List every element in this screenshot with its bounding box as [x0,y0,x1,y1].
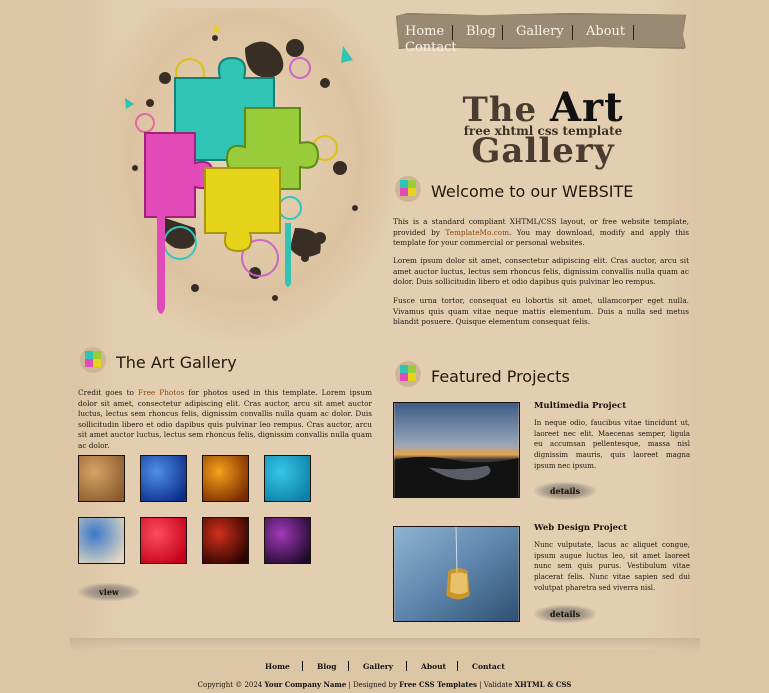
project-description: In neque odio, faucibus vitae tincidunt … [534,419,690,470]
footer-separator [457,661,458,671]
nav-gallery[interactable]: Gallery [516,24,564,39]
puzzle-icon [80,347,106,373]
validate-text: | Validate [477,681,515,689]
welcome-paragraph-3: Fusce urna tortor, consequat eu lobortis… [393,296,689,326]
thumb-red-lights[interactable] [202,517,249,564]
footer-link-gallery[interactable]: Gallery [363,662,393,671]
details-button[interactable]: details [534,605,596,623]
gallery-description: Credit goes to Free Photos for photos us… [78,388,372,451]
footer-link-about[interactable]: About [421,662,446,671]
designer-link[interactable]: Free CSS Templates [399,680,477,689]
thumb-pencils-wood[interactable] [78,455,125,502]
nav-separator [633,25,634,40]
designed-by-text: | Designed by [346,681,400,689]
thumb-red-heart[interactable] [140,517,187,564]
nav-separator [502,25,503,40]
puzzle-icon [395,361,421,387]
footer-link-blog[interactable]: Blog [317,662,336,671]
footer-link-contact[interactable]: Contact [472,662,505,671]
footer-divider [70,638,700,652]
thumb-water-drops[interactable] [264,455,311,502]
nav-contact[interactable]: Contact [405,40,457,55]
gallery-text-start: Credit goes to [78,388,139,397]
featured-heading: Featured Projects [431,367,570,386]
nav-separator [452,25,453,40]
footer-link-home[interactable]: Home [265,662,290,671]
templatemo-link[interactable]: TemplateMo.com [445,228,509,237]
nav-about[interactable]: About [586,24,625,39]
gallery-heading: The Art Gallery [116,353,237,372]
project-title: Web Design Project [534,523,628,533]
company-link[interactable]: Your Company Name [265,680,347,689]
copyright-text: Copyright © 2024 [197,681,265,689]
thumb-orange-fire[interactable] [202,455,249,502]
nav-home[interactable]: Home [405,24,444,39]
free-photos-link[interactable]: Free Photos [138,388,184,397]
copyright-line: Copyright © 2024 Your Company Name | Des… [0,680,769,689]
project-description: Nunc vulputate, lacus ac aliquet congue,… [534,541,690,592]
project-title: Multimedia Project [534,401,627,411]
nav-blog[interactable]: Blog [466,24,496,39]
view-button[interactable]: view [78,583,140,601]
welcome-paragraph-2: Lorem ipsum dolor sit amet, consectetur … [393,256,689,286]
validate-link[interactable]: XHTML & CSS [515,680,572,689]
puzzle-icon [395,176,421,202]
thumb-blue-glass[interactable] [140,455,187,502]
footer-separator [406,661,407,671]
hero-puzzle-artwork [95,8,395,338]
thumb-colored-pencils[interactable] [78,517,125,564]
gallery-text-end: for photos used in this template. Lorem … [78,388,372,450]
welcome-heading: Welcome to our WEBSITE [431,182,634,201]
boat-water-image [393,526,520,622]
site-tagline: free xhtml css template [463,124,623,138]
footer-separator [302,661,303,671]
nav-separator [572,25,573,40]
footer-separator [348,661,349,671]
sunset-lake-image [393,402,520,498]
details-button[interactable]: details [534,482,596,500]
welcome-paragraph-1: This is a standard compliant XHTML/CSS l… [393,217,689,249]
thumb-purple-lights[interactable] [264,517,311,564]
